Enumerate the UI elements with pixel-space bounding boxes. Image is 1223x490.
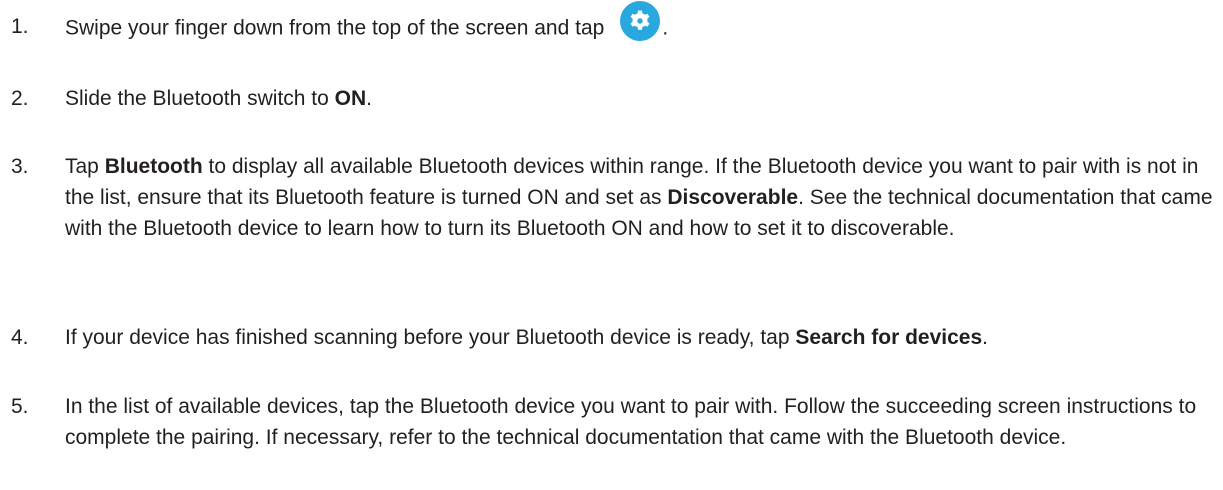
step-number: 2. [11, 87, 29, 110]
step-number: 5. [11, 395, 29, 418]
step-number: 4. [11, 326, 29, 349]
step-text-part: Slide the Bluetooth switch to [65, 87, 335, 110]
step-number: 3. [11, 155, 29, 178]
step-text: Tap Bluetooth to display all available B… [65, 151, 1215, 244]
step-text-part: If your device has finished scanning bef… [65, 326, 796, 349]
step-text: In the list of available devices, tap th… [65, 391, 1215, 453]
step-text-part: Swipe your finger down from the top of t… [65, 16, 605, 40]
settings-gear-icon[interactable] [618, 0, 662, 43]
step-bold-term: Search for devices [795, 326, 983, 349]
step-text: If your device has finished scanning bef… [65, 322, 1215, 353]
step-text-part: Tap [65, 155, 105, 178]
step-text-part: . [982, 326, 988, 349]
step-text-part: In the list of available devices, tap th… [65, 395, 1197, 449]
step-bold-term: ON [334, 87, 367, 110]
step-text-part: . [366, 87, 373, 110]
step-bold-term: Discoverable [667, 186, 799, 209]
step-text: Swipe your finger down from the top of t… [65, 1, 1215, 47]
step-text-part: . [662, 16, 669, 40]
step-number: 1. [11, 15, 29, 38]
step-bold-term: Bluetooth [104, 155, 203, 178]
step-text: Slide the Bluetooth switch to ON. [65, 83, 1215, 114]
